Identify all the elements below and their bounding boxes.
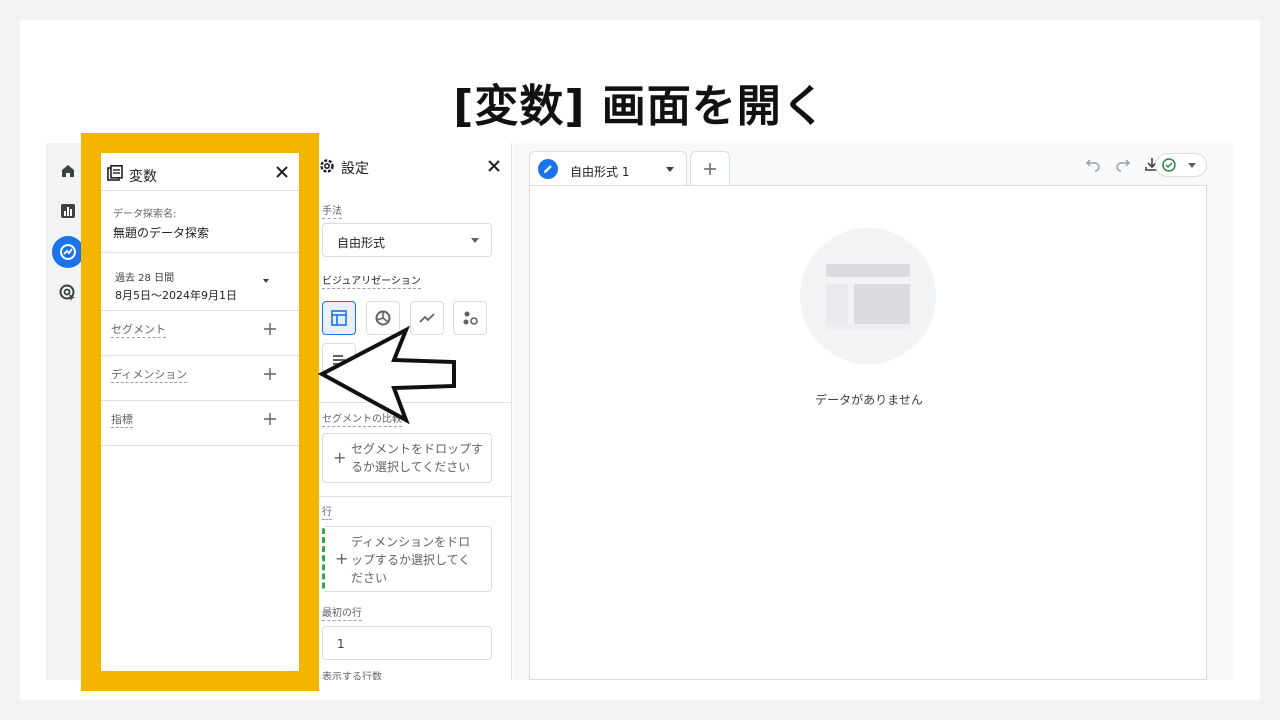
viz-bar-button[interactable]: [322, 343, 356, 377]
exploration-name[interactable]: データ探索名: 無題のデータ探索: [101, 191, 299, 253]
home-icon[interactable]: [52, 155, 84, 187]
viz-scatter-button[interactable]: [453, 301, 487, 335]
plus-icon: [704, 162, 716, 175]
add-metric-icon[interactable]: [263, 411, 277, 430]
variables-icon: [107, 165, 123, 185]
segments-row: セグメント: [101, 311, 299, 356]
first-row-label: 最初の行: [322, 608, 362, 621]
plus-icon: +: [333, 448, 347, 467]
segment-compare-label: セグメントの比較: [322, 414, 402, 427]
viz-table-button[interactable]: [322, 301, 356, 335]
status-pill[interactable]: [1155, 153, 1207, 177]
reports-icon[interactable]: [52, 195, 84, 227]
dimensions-row: ディメンション: [101, 356, 299, 401]
tab-bar: 自由形式 1: [513, 143, 1233, 185]
undo-icon[interactable]: [1085, 156, 1101, 176]
technique-value: 自由形式: [337, 236, 386, 250]
rows-drop-zone[interactable]: + ディメンションをドロップするか選択してください: [322, 526, 492, 592]
slide-title: [変数] 画面を開く: [453, 81, 827, 132]
settings-title: 設定: [341, 161, 369, 177]
metrics-label: 指標: [111, 413, 133, 428]
redo-icon[interactable]: [1115, 156, 1131, 176]
technique-select[interactable]: 自由形式: [322, 223, 492, 257]
date-range-value: 8月5日～2024年9月1日: [115, 289, 237, 302]
canvas-area: 自由形式 1 データがありません: [513, 143, 1233, 680]
empty-state-illustration: [800, 228, 936, 364]
close-icon[interactable]: [275, 164, 289, 183]
variables-title: 変数: [129, 169, 157, 185]
dimensions-label: ディメンション: [111, 368, 188, 383]
viz-donut-button[interactable]: [366, 301, 400, 335]
rows-drop-text: ディメンションをドロップするか選択してください: [351, 535, 471, 585]
chevron-down-icon[interactable]: [666, 167, 674, 172]
segments-label: セグメント: [111, 323, 166, 338]
first-row-input[interactable]: 1: [322, 626, 492, 660]
tab-label: 自由形式 1: [570, 165, 630, 179]
chevron-down-icon: [471, 238, 479, 243]
exploration-name-value: 無題のデータ探索: [113, 226, 210, 240]
chevron-down-icon: [1188, 163, 1196, 168]
technique-label: 手法: [322, 206, 342, 219]
exploration-name-label: データ探索名:: [113, 209, 177, 220]
variables-panel: 変数 データ探索名: 無題のデータ探索 過去 28 日間 8月5日～2024年9…: [101, 153, 299, 671]
rows-label: 行: [322, 507, 332, 520]
tab-freeform-1[interactable]: 自由形式 1: [529, 151, 687, 185]
variables-header: 変数: [101, 153, 299, 191]
add-dimension-icon[interactable]: [263, 366, 277, 385]
check-circle-icon: [1162, 158, 1176, 172]
plus-icon: +: [335, 549, 349, 568]
segment-drop-text: セグメントをドロップするか選択してください: [351, 442, 484, 474]
advertising-icon[interactable]: [52, 277, 84, 309]
settings-panel: 設定 手法 自由形式 ビジュアリゼーション セグメントの比較 + セグメントをド…: [314, 143, 512, 680]
close-icon[interactable]: [487, 158, 501, 177]
empty-state-text: データがありません: [815, 393, 923, 407]
settings-header: 設定: [314, 143, 511, 189]
add-tab-button[interactable]: [690, 151, 730, 185]
divider: [314, 402, 511, 403]
viz-line-button[interactable]: [410, 301, 444, 335]
divider: [314, 496, 511, 497]
exploration-canvas: データがありません: [529, 185, 1207, 680]
analytics-explore-app: 変数 データ探索名: 無題のデータ探索 過去 28 日間 8月5日～2024年9…: [46, 143, 1233, 680]
date-range-title: 過去 28 日間: [115, 273, 175, 284]
date-range-selector[interactable]: 過去 28 日間 8月5日～2024年9月1日: [101, 253, 299, 311]
explore-icon[interactable]: [52, 236, 84, 268]
add-segment-icon[interactable]: [263, 321, 277, 340]
metrics-row: 指標: [101, 401, 299, 446]
visualization-label: ビジュアリゼーション: [322, 276, 421, 289]
gear-icon: [318, 157, 336, 179]
chevron-down-icon[interactable]: [263, 279, 269, 283]
segment-drop-zone[interactable]: + セグメントをドロップするか選択してください: [322, 433, 492, 483]
first-row-value: 1: [337, 637, 345, 651]
rows-shown-label: 表示する行数: [322, 671, 382, 680]
nav-rail: [46, 143, 90, 680]
pencil-icon[interactable]: [538, 159, 558, 179]
